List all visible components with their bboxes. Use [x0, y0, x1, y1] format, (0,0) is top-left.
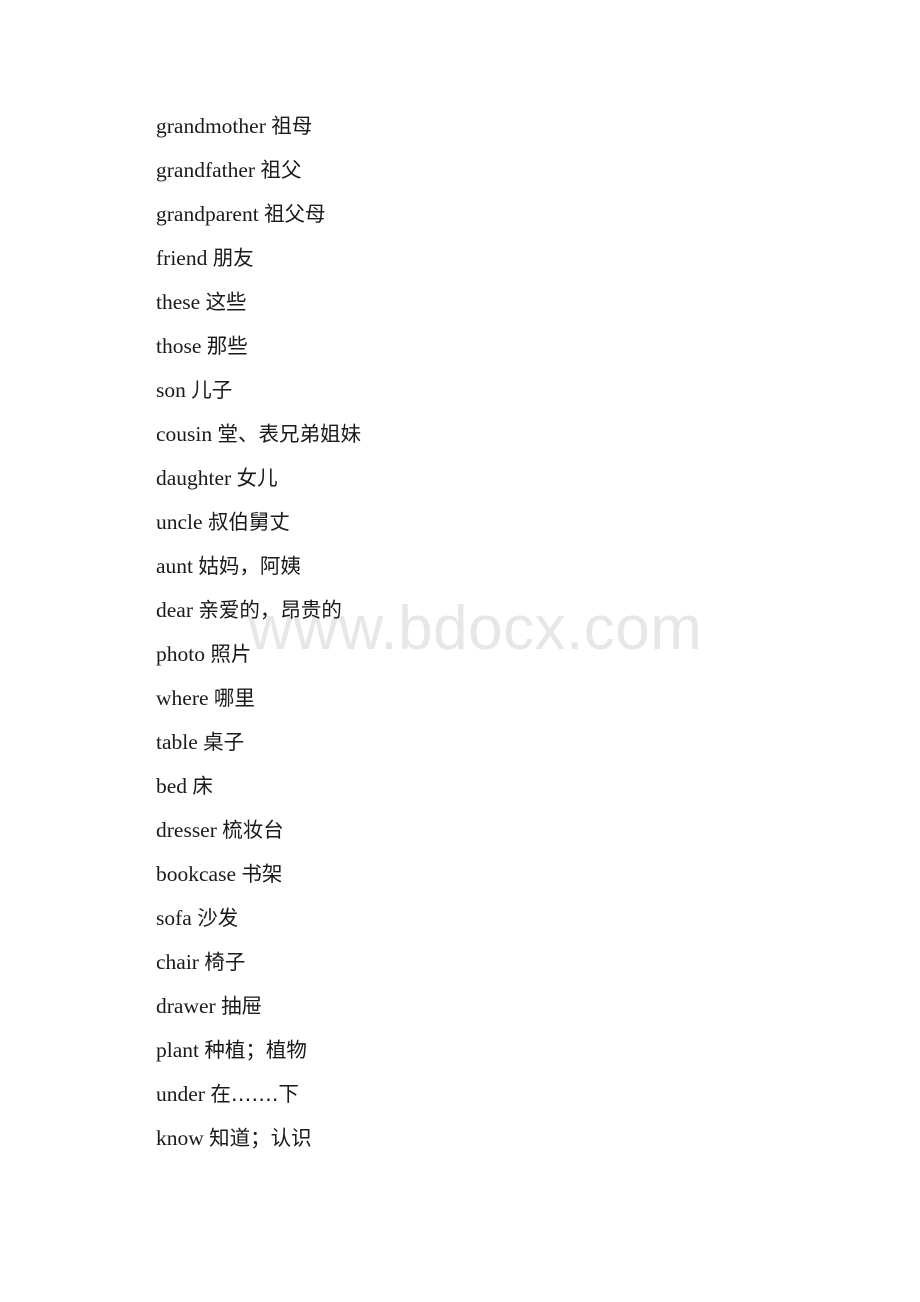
vocab-entry: bed 床 — [156, 764, 856, 808]
vocab-entry: grandmother 祖母 — [156, 104, 856, 148]
vocab-term: grandparent — [156, 202, 259, 226]
vocab-entry: dresser 梳妆台 — [156, 808, 856, 852]
vocab-entry: grandfather 祖父 — [156, 148, 856, 192]
vocab-entry: those 那些 — [156, 324, 856, 368]
vocab-gloss: 祖父母 — [264, 202, 326, 226]
vocab-gloss: 书架 — [241, 862, 283, 886]
vocab-entry: bookcase 书架 — [156, 852, 856, 896]
vocab-gloss: 亲爱的，昂贵的 — [198, 598, 342, 622]
vocab-gloss: 儿子 — [191, 378, 233, 402]
vocab-gloss: 祖父 — [260, 158, 302, 182]
vocab-entry: where 哪里 — [156, 676, 856, 720]
vocab-entry: aunt 姑妈，阿姨 — [156, 544, 856, 588]
vocab-gloss: 朋友 — [212, 246, 254, 270]
vocab-term: aunt — [156, 554, 194, 578]
vocab-entry: daughter 女儿 — [156, 456, 856, 500]
document-page: www.bdocx.com grandmother 祖母 grandfather … — [0, 0, 920, 1302]
vocab-term: those — [156, 334, 202, 358]
vocab-entry: these 这些 — [156, 280, 856, 324]
vocab-term: daughter — [156, 466, 232, 490]
vocab-gloss: 桌子 — [203, 730, 245, 754]
vocab-term: bookcase — [156, 862, 236, 886]
vocab-term: bed — [156, 774, 188, 798]
vocab-gloss: 种植；植物 — [204, 1038, 307, 1062]
vocab-term: son — [156, 378, 186, 402]
vocab-gloss: 女儿 — [236, 466, 278, 490]
vocab-term: uncle — [156, 510, 203, 534]
vocab-gloss: 叔伯舅丈 — [207, 510, 290, 534]
vocab-gloss: 姑妈，阿姨 — [198, 554, 301, 578]
vocab-gloss: 这些 — [205, 290, 247, 314]
vocab-entry: grandparent 祖父母 — [156, 192, 856, 236]
vocab-gloss: 照片 — [210, 642, 252, 666]
vocab-entry: under 在…….下 — [156, 1072, 856, 1116]
vocab-entry: chair 椅子 — [156, 940, 856, 984]
vocab-term: grandmother — [156, 114, 266, 138]
vocab-entry: son 儿子 — [156, 368, 856, 412]
vocab-gloss: 堂、表兄弟姐妹 — [217, 422, 362, 446]
vocab-gloss: 在…….下 — [210, 1082, 299, 1106]
vocab-gloss: 梳妆台 — [222, 818, 284, 842]
vocab-term: grandfather — [156, 158, 256, 182]
vocab-term: where — [156, 686, 209, 710]
vocab-entry: drawer 抽屉 — [156, 984, 856, 1028]
vocab-entry: table 桌子 — [156, 720, 856, 764]
vocab-term: chair — [156, 950, 199, 974]
vocab-term: dresser — [156, 818, 217, 842]
vocab-term: cousin — [156, 422, 213, 446]
vocab-term: table — [156, 730, 198, 754]
vocab-entry: know 知道；认识 — [156, 1116, 856, 1160]
vocab-gloss: 那些 — [206, 334, 248, 358]
vocab-term: under — [156, 1082, 205, 1106]
vocab-term: dear — [156, 598, 193, 622]
vocab-entry: friend 朋友 — [156, 236, 856, 280]
vocab-term: sofa — [156, 906, 192, 930]
vocab-term: photo — [156, 642, 205, 666]
vocab-term: friend — [156, 246, 208, 270]
vocab-term: these — [156, 290, 201, 314]
vocab-gloss: 祖母 — [271, 114, 313, 138]
vocab-entry: photo 照片 — [156, 632, 856, 676]
vocab-entry: cousin 堂、表兄弟姐妹 — [156, 412, 856, 456]
vocab-gloss: 椅子 — [204, 950, 246, 974]
vocab-gloss: 床 — [192, 774, 213, 798]
vocab-term: plant — [156, 1038, 199, 1062]
vocab-entry: dear 亲爱的，昂贵的 — [156, 588, 856, 632]
vocab-gloss: 抽屉 — [221, 994, 263, 1018]
vocab-gloss: 知道；认识 — [209, 1126, 312, 1150]
vocab-entry: sofa 沙发 — [156, 896, 856, 940]
vocab-gloss: 哪里 — [213, 686, 255, 710]
vocab-term: know — [156, 1126, 204, 1150]
vocab-entry: uncle 叔伯舅丈 — [156, 500, 856, 544]
vocab-term: drawer — [156, 994, 216, 1018]
vocab-entry: plant 种植；植物 — [156, 1028, 856, 1072]
vocab-gloss: 沙发 — [197, 906, 239, 930]
vocabulary-list: grandmother 祖母 grandfather 祖父 grandparent … — [156, 104, 856, 1160]
